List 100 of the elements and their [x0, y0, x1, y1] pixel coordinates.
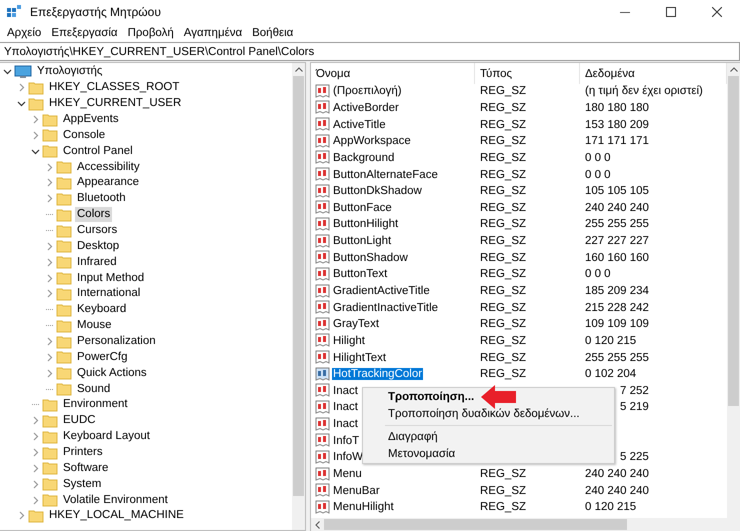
value-name[interactable]: HilightText [332, 352, 388, 364]
tree-item[interactable]: Accessibility [75, 160, 142, 175]
value-type: REG_SZ [480, 168, 526, 181]
tree-item[interactable]: Console [61, 128, 108, 143]
tree-item[interactable]: Colors [75, 207, 112, 222]
tree-item[interactable]: HKEY_LOCAL_MACHINE [47, 508, 186, 524]
string-value-icon [315, 250, 330, 266]
context-menu-item[interactable]: Διαγραφή [363, 429, 614, 446]
tree-item[interactable]: Environment [61, 397, 130, 412]
folder-icon [56, 160, 72, 174]
value-name[interactable]: GradientActiveTitle [332, 285, 431, 297]
value-name[interactable]: ActiveTitle [332, 118, 387, 131]
address-bar[interactable]: Υπολογιστής\HKEY_CURRENT_USER\Control Panel\Colors [0, 42, 740, 61]
scroll-up-icon[interactable] [294, 67, 302, 72]
value-name[interactable]: (Προεπιλογή) [332, 85, 403, 98]
tree-item[interactable]: HKEY_CLASSES_ROOT [47, 80, 182, 96]
tree-item[interactable]: Infrared [75, 254, 119, 270]
value-data: 5 219 [620, 401, 649, 414]
tree-item[interactable]: Appearance [75, 175, 142, 190]
tree-item[interactable]: Bluetooth [75, 191, 128, 206]
tree-item[interactable]: Input Method [75, 270, 146, 286]
value-name[interactable]: MenuHilight [332, 501, 395, 514]
value-data: 0 0 0 [585, 152, 611, 164]
tree-item[interactable]: Control Panel [61, 144, 135, 159]
menu-item[interactable]: Αγαπημένα [178, 27, 248, 39]
context-menu-item[interactable]: Τροποποίηση δυαδικών δεδομένων... [363, 406, 614, 422]
string-value-icon [315, 184, 330, 199]
value-name[interactable]: InfoW [332, 451, 364, 464]
value-name[interactable]: Menu [332, 468, 363, 480]
value-name[interactable]: MenuBar [332, 484, 381, 497]
value-name[interactable]: Inact [332, 384, 359, 397]
value-name[interactable]: AppWorkspace [332, 135, 412, 148]
expand-chevron-icon[interactable] [16, 83, 26, 92]
tree-item[interactable]: Mouse [75, 318, 114, 334]
tree-item[interactable]: Keyboard [75, 302, 128, 318]
folder-icon [56, 318, 72, 333]
collapse-chevron-icon[interactable] [16, 99, 26, 108]
folder-icon [56, 271, 72, 286]
value-name[interactable]: Inact [332, 418, 359, 430]
context-menu-item[interactable]: Μετονομασία [363, 446, 614, 462]
value-data: 109 109 109 [585, 318, 649, 330]
tree-item[interactable]: HKEY_CURRENT_USER [47, 96, 184, 112]
tree-line-icon [46, 388, 52, 390]
folder-icon [56, 286, 72, 301]
value-type: REG_SZ [480, 85, 526, 98]
tree-item[interactable]: PowerCfg [75, 350, 130, 365]
value-name[interactable]: ButtonAlternateFace [332, 168, 439, 181]
value-name[interactable]: ButtonLight [332, 235, 392, 248]
menu-item[interactable]: Επεξεργασία [46, 27, 123, 39]
value-name[interactable]: InfoT [332, 434, 360, 447]
string-value-icon [315, 100, 330, 116]
tree-item[interactable]: Personalization [75, 334, 158, 350]
collapse-chevron-icon[interactable] [2, 67, 12, 76]
context-menu-item[interactable]: Τροποποίηση... [363, 389, 614, 406]
value-type: REG_SZ [480, 484, 526, 497]
collapse-chevron-icon[interactable] [30, 146, 40, 156]
tree-item[interactable]: AppEvents [61, 112, 121, 127]
tree-item[interactable]: Keyboard Layout [61, 429, 152, 444]
value-name[interactable]: GradientInactiveTitle [332, 302, 440, 314]
folder-icon [28, 96, 44, 111]
menu-item[interactable]: Βοήθεια [247, 27, 298, 39]
tree-item[interactable]: Desktop [75, 238, 122, 254]
value-name[interactable]: ButtonDkShadow [332, 185, 423, 198]
column-header[interactable]: Τύπος [475, 63, 580, 84]
value-data: 240 240 240 [585, 468, 649, 480]
tree-item[interactable]: Printers [61, 445, 105, 460]
value-name[interactable]: Background [332, 152, 396, 164]
tree-item[interactable]: Sound [75, 382, 112, 397]
value-name[interactable]: Inact [332, 401, 359, 414]
value-name[interactable]: ButtonShadow [332, 252, 409, 264]
value-name[interactable]: ActiveBorder [332, 102, 400, 114]
value-type: REG_SZ [480, 118, 526, 131]
menu-item[interactable]: Αρχείο [2, 27, 46, 39]
tree-item[interactable]: Quick Actions [75, 366, 149, 381]
string-value-icon [315, 400, 330, 415]
tree-item[interactable]: EUDC [61, 413, 98, 428]
value-type: REG_SZ [480, 218, 526, 230]
value-type: REG_SZ [480, 135, 526, 148]
scroll-up-icon[interactable] [730, 67, 738, 72]
tree-item[interactable]: Volatile Environment [61, 492, 170, 508]
computer-icon [14, 64, 32, 79]
value-data: 255 255 255 [585, 218, 649, 230]
folder-icon [56, 224, 72, 238]
scroll-left-icon[interactable] [315, 520, 320, 528]
tree-item[interactable]: International [75, 286, 142, 302]
value-data: 180 180 180 [585, 102, 649, 114]
string-value-icon [315, 284, 330, 298]
tree-item[interactable]: Software [61, 460, 110, 476]
menu-item[interactable]: Προβολή [122, 27, 179, 39]
folder-icon [56, 350, 72, 364]
value-name[interactable]: ButtonFace [332, 202, 393, 214]
tree-item[interactable]: Υπολογιστής [35, 64, 104, 80]
value-name[interactable]: ButtonText [332, 268, 388, 280]
value-name[interactable]: GrayText [332, 318, 380, 330]
value-name[interactable]: Hilight [332, 334, 366, 347]
string-value-icon [315, 266, 330, 282]
value-name[interactable]: HotTrackingColor [332, 368, 424, 380]
tree-item[interactable]: Cursors [75, 223, 120, 238]
tree-item[interactable]: System [61, 476, 104, 492]
value-name[interactable]: ButtonHilight [332, 218, 400, 230]
